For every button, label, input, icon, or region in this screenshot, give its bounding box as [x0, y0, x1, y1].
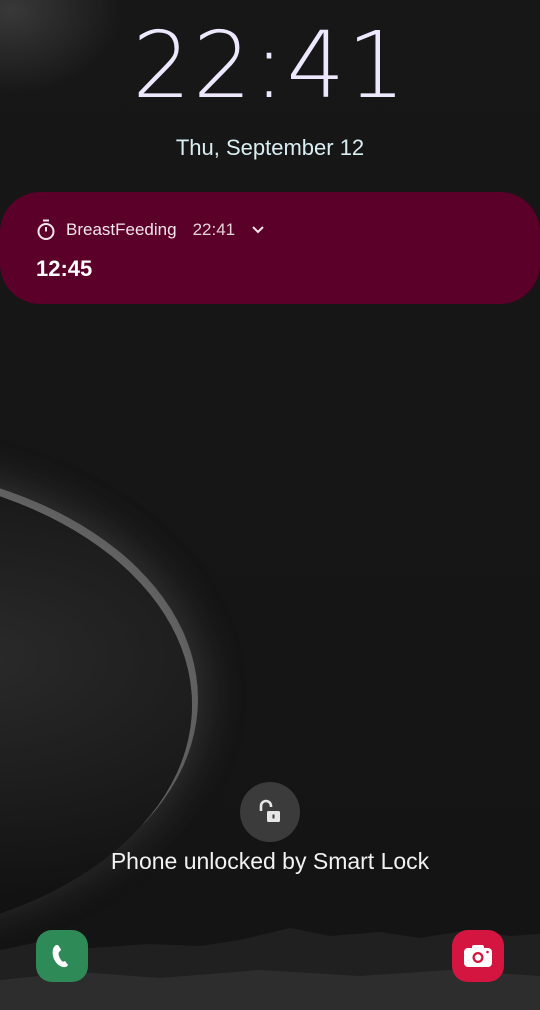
unlocked-padlock-icon: [259, 799, 280, 822]
lockscreen-clock: 22:41: [132, 12, 408, 119]
phone-shortcut-button[interactable]: [36, 930, 88, 982]
chevron-down-icon[interactable]: [251, 225, 265, 235]
lock-screen: 22:41 Thu, September 12 BreastFeeding 22…: [0, 0, 540, 1010]
notification-time: 22:41: [192, 220, 236, 239]
phone-icon: [52, 945, 68, 968]
smart-lock-status: Phone unlocked by Smart Lock: [110, 848, 430, 874]
camera-icon: [464, 945, 492, 967]
stopwatch-icon: [37, 219, 55, 240]
notification-card[interactable]: [0, 192, 540, 304]
lockscreen-date: Thu, September 12: [175, 135, 365, 160]
notification-app-name: BreastFeeding: [66, 220, 177, 239]
notification-body: 12:45: [36, 256, 93, 281]
lock-button[interactable]: [240, 782, 300, 842]
notification-header: BreastFeeding 22:41: [36, 218, 265, 242]
camera-shortcut-button[interactable]: [452, 930, 504, 982]
